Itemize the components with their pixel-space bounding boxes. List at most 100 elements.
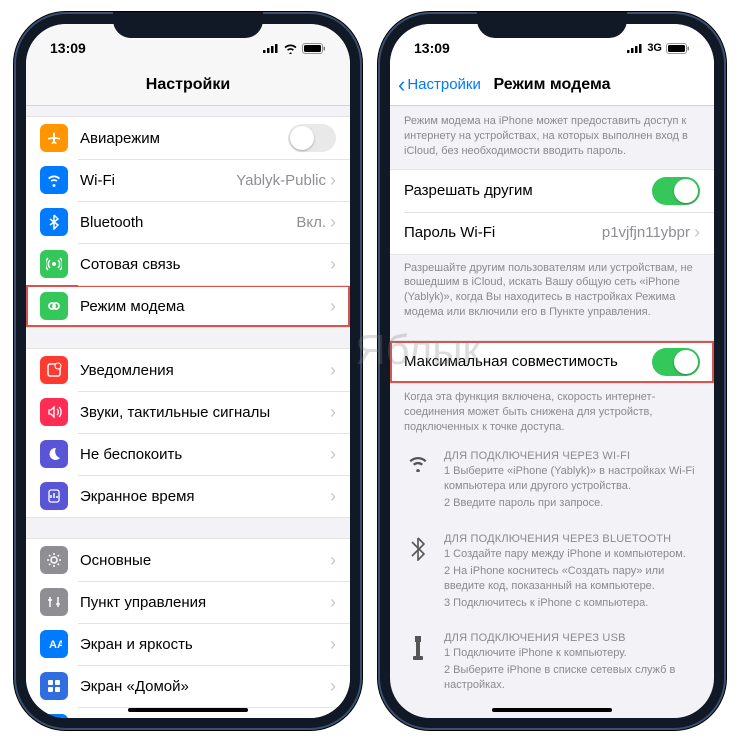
row-bluetooth[interactable]: Bluetooth Вкл. › <box>26 201 350 243</box>
notch <box>477 12 627 38</box>
page-title: Режим модема <box>494 76 611 94</box>
instr-step: 3 Подключитесь к iPhone с компьютера. <box>444 596 700 611</box>
row-notifications[interactable]: Уведомления › <box>26 349 350 391</box>
instr-step: 2 Выберите iPhone в списке сетевых служб… <box>444 663 700 693</box>
row-screentime[interactable]: Экранное время › <box>26 475 350 517</box>
battery-icon <box>666 43 690 54</box>
chevron-right-icon: › <box>330 254 336 275</box>
instructions-usb: ДЛЯ ПОДКЛЮЧЕНИЯ ЧЕРЕЗ USB 1 Подключите i… <box>390 622 714 705</box>
instr-title: ДЛЯ ПОДКЛЮЧЕНИЯ ЧЕРЕЗ WI-FI <box>444 450 700 462</box>
label: Bluetooth <box>80 214 296 231</box>
instructions-bluetooth: ДЛЯ ПОДКЛЮЧЕНИЯ ЧЕРЕЗ BLUETOOTH 1 Создай… <box>390 523 714 622</box>
screen-right: 13:09 3G ‹ Настройки Режим модема Режим … <box>390 24 714 718</box>
chevron-right-icon: › <box>330 676 336 697</box>
screentime-icon <box>40 482 68 510</box>
group-connectivity: Авиарежим Wi-Fi Yablyk-Public › Bluetoot… <box>26 116 350 328</box>
hotspot-icon <box>40 292 68 320</box>
bluetooth-detail: Вкл. <box>296 214 326 231</box>
nav-bar: ‹ Настройки Режим модема <box>390 64 714 106</box>
row-general[interactable]: Основные › <box>26 539 350 581</box>
chevron-right-icon: › <box>330 718 336 719</box>
label: Максимальная совместимость <box>404 353 652 370</box>
status-time: 13:09 <box>414 40 450 56</box>
allow-footer: Разрешайте другим пользователям или устр… <box>390 255 714 326</box>
label: Основные <box>80 552 330 569</box>
label: Не беспокоить <box>80 446 330 463</box>
accessibility-icon <box>40 714 68 718</box>
row-homescreen[interactable]: Экран «Домой» › <box>26 665 350 707</box>
airplane-toggle[interactable] <box>288 124 336 152</box>
wifi-icon <box>283 43 298 54</box>
hotspot-scroll[interactable]: Режим модема на iPhone может предоставит… <box>390 106 714 718</box>
general-icon <box>40 546 68 574</box>
label: Разрешать другим <box>404 182 652 199</box>
instr-title: ДЛЯ ПОДКЛЮЧЕНИЯ ЧЕРЕЗ BLUETOOTH <box>444 533 700 545</box>
instructions-wifi: ДЛЯ ПОДКЛЮЧЕНИЯ ЧЕРЕЗ WI-FI 1 Выберите «… <box>390 440 714 523</box>
bluetooth-icon <box>40 208 68 236</box>
home-indicator[interactable] <box>492 708 612 712</box>
chevron-right-icon: › <box>330 444 336 465</box>
chevron-right-icon: › <box>330 486 336 507</box>
airplane-icon <box>40 124 68 152</box>
chevron-right-icon: › <box>330 634 336 655</box>
back-label: Настройки <box>407 76 481 93</box>
row-wifi-password[interactable]: Пароль Wi-Fi p1vjfjn11ybpr › <box>390 212 714 254</box>
instr-title: ДЛЯ ПОДКЛЮЧЕНИЯ ЧЕРЕЗ USB <box>444 632 700 644</box>
max-compat-footer: Когда эта функция включена, скорость инт… <box>390 384 714 441</box>
instr-step: 1 Подключите iPhone к компьютеру. <box>444 646 700 661</box>
label: Экран и яркость <box>80 636 330 653</box>
chevron-right-icon: › <box>694 222 700 243</box>
notch <box>113 12 263 38</box>
label: Экран «Домой» <box>80 678 330 695</box>
row-wifi[interactable]: Wi-Fi Yablyk-Public › <box>26 159 350 201</box>
row-display[interactable]: AA Экран и яркость › <box>26 623 350 665</box>
wifi-detail: Yablyk-Public <box>236 172 326 189</box>
row-sounds[interactable]: Звуки, тактильные сигналы › <box>26 391 350 433</box>
page-title: Настройки <box>146 76 230 94</box>
dnd-icon <box>40 440 68 468</box>
phone-frame-left: 13:09 Настройки Авиарежим Wi-Fi Yab <box>14 12 362 730</box>
chevron-right-icon: › <box>330 170 336 191</box>
label: Пароль Wi-Fi <box>404 224 602 241</box>
sounds-icon <box>40 398 68 426</box>
settings-scroll[interactable]: Авиарежим Wi-Fi Yablyk-Public › Bluetoot… <box>26 106 350 718</box>
row-allow-others[interactable]: Разрешать другим <box>390 170 714 212</box>
usb-icon <box>404 632 432 695</box>
label: Уведомления <box>80 362 330 379</box>
row-cellular[interactable]: Сотовая связь › <box>26 243 350 285</box>
homescreen-icon <box>40 672 68 700</box>
instr-step: 2 На iPhone коснитесь «Создать пару» или… <box>444 564 700 594</box>
label: Режим модема <box>80 298 330 315</box>
instr-step: 1 Создайте пару между iPhone и компьютер… <box>444 547 700 562</box>
home-indicator[interactable] <box>128 708 248 712</box>
signal-icon <box>627 43 643 53</box>
chevron-right-icon: › <box>330 212 336 233</box>
row-airplane[interactable]: Авиарежим <box>26 117 350 159</box>
max-compat-toggle[interactable] <box>652 348 700 376</box>
label: Wi-Fi <box>80 172 236 189</box>
label: Пункт управления <box>80 594 330 611</box>
row-hotspot[interactable]: Режим модема › <box>26 285 350 327</box>
wifi-password-value: p1vjfjn11ybpr <box>602 224 690 241</box>
label: Экранное время <box>80 488 330 505</box>
row-controlcenter[interactable]: Пункт управления › <box>26 581 350 623</box>
status-time: 13:09 <box>50 40 86 56</box>
label: Сотовая связь <box>80 256 330 273</box>
allow-others-toggle[interactable] <box>652 177 700 205</box>
label: Авиарежим <box>80 130 288 147</box>
row-max-compat[interactable]: Максимальная совместимость <box>390 341 714 383</box>
instr-step: 2 Введите пароль при запросе. <box>444 496 700 511</box>
group-max-compat: Максимальная совместимость <box>390 340 714 384</box>
screen-left: 13:09 Настройки Авиарежим Wi-Fi Yab <box>26 24 350 718</box>
notifications-icon <box>40 356 68 384</box>
group-notify: Уведомления › Звуки, тактильные сигналы … <box>26 348 350 518</box>
bluetooth-icon <box>404 533 432 612</box>
status-network: 3G <box>647 42 662 54</box>
nav-bar: Настройки <box>26 64 350 106</box>
row-dnd[interactable]: Не беспокоить › <box>26 433 350 475</box>
chevron-left-icon: ‹ <box>398 72 405 98</box>
chevron-right-icon: › <box>330 592 336 613</box>
label: Звуки, тактильные сигналы <box>80 404 330 421</box>
wifi-settings-icon <box>40 166 68 194</box>
back-button[interactable]: ‹ Настройки <box>398 72 481 98</box>
